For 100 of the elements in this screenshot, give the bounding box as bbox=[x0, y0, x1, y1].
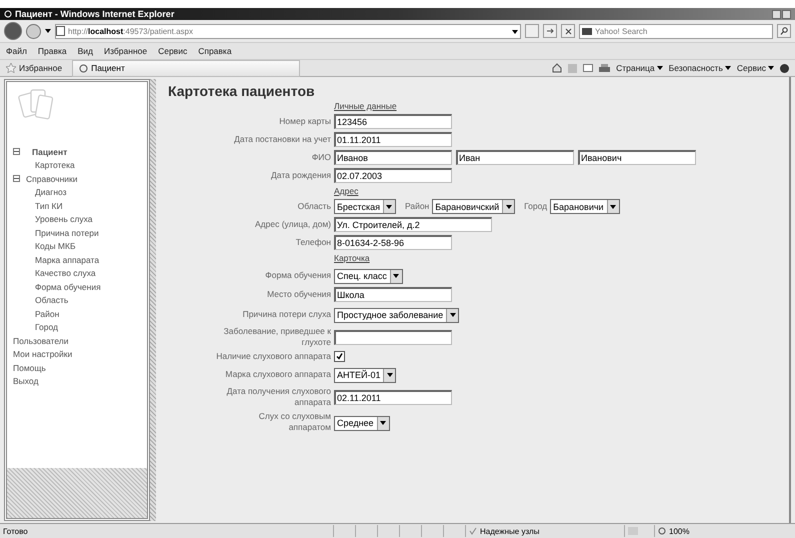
maximize-button[interactable] bbox=[782, 10, 791, 18]
caret-icon bbox=[380, 421, 386, 425]
dropdown[interactable]: Барановичский bbox=[432, 199, 516, 214]
field-label: Заболевание, приведшее к глухоте bbox=[222, 326, 331, 348]
nav-link[interactable]: Выход bbox=[13, 376, 38, 386]
search-placeholder: Yahoo! Search bbox=[595, 26, 648, 36]
caret-icon bbox=[386, 373, 393, 377]
input-field[interactable]: Иванович bbox=[578, 150, 696, 165]
collapse-icon[interactable] bbox=[13, 148, 20, 156]
nav-link[interactable]: Пациент bbox=[32, 146, 68, 157]
caret-icon bbox=[393, 274, 400, 278]
dropdown[interactable]: АНТЕЙ-01 bbox=[334, 368, 396, 382]
dropdown[interactable]: Простудное заболевание bbox=[334, 308, 460, 322]
nav-link[interactable]: Диагноз bbox=[35, 187, 67, 198]
nav-link[interactable]: Коды МКБ bbox=[35, 241, 76, 252]
field-label: Форма обучения bbox=[265, 270, 331, 280]
field-label: Дата получения слухового аппарата bbox=[226, 386, 331, 408]
field-label: Марка слухового аппарата bbox=[225, 368, 331, 380]
menu-item[interactable]: Избранное bbox=[104, 46, 148, 56]
field-label: Город bbox=[524, 201, 548, 212]
nav-link[interactable]: Помощь bbox=[13, 362, 46, 373]
field-label: Дата постановки на учет bbox=[234, 134, 331, 145]
favorites-button[interactable]: Избранное bbox=[19, 63, 62, 73]
nav-link[interactable]: Пользователи bbox=[13, 336, 68, 346]
dropdown[interactable]: Брестская bbox=[334, 199, 396, 214]
section-link[interactable]: Личные данные bbox=[334, 101, 789, 111]
nav-link[interactable]: Картотека bbox=[35, 160, 75, 170]
home-icon[interactable] bbox=[552, 63, 562, 73]
nav-link[interactable]: Мои настройки bbox=[13, 349, 72, 360]
input-field[interactable]: Иванов bbox=[334, 150, 452, 165]
status-text: Готово bbox=[3, 526, 28, 536]
nav-link[interactable]: Город bbox=[35, 322, 58, 332]
section-link[interactable]: Карточка bbox=[334, 253, 789, 263]
star-icon bbox=[6, 63, 16, 73]
input-field[interactable]: 01.11.2011 bbox=[334, 132, 452, 147]
input-field[interactable]: 8-01634-2-58-96 bbox=[334, 235, 452, 250]
search-icon[interactable] bbox=[777, 24, 791, 38]
field-label: Номер карты bbox=[279, 116, 331, 127]
caret-icon bbox=[724, 66, 731, 70]
input-field[interactable]: 02.11.2011 bbox=[334, 390, 452, 404]
field-label: Область bbox=[298, 201, 331, 212]
caret-icon bbox=[610, 204, 616, 208]
page-title: Картотека пациентов bbox=[168, 83, 316, 99]
field-label: Причина потери слуха bbox=[242, 308, 331, 320]
nav-link[interactable]: Марка аппарата bbox=[35, 254, 100, 265]
window-title: Пациент - Windows Internet Explorer bbox=[15, 9, 174, 19]
back-button[interactable] bbox=[4, 22, 22, 40]
nav-link[interactable]: Форма обучения bbox=[35, 282, 101, 292]
toolbar-menu[interactable]: Страница bbox=[616, 63, 655, 73]
field-label: Наличие слухового аппарата bbox=[216, 351, 331, 362]
dropdown[interactable]: Барановичи bbox=[550, 199, 620, 214]
address-field[interactable]: http://localhost:49573/patient.aspx bbox=[55, 24, 521, 38]
dropdown[interactable]: Среднее bbox=[334, 416, 390, 430]
zone-text: Надежные узлы bbox=[480, 526, 540, 536]
input-field[interactable]: 123456 bbox=[334, 114, 452, 129]
nav-link[interactable]: Тип КИ bbox=[35, 200, 63, 211]
search-field[interactable]: Yahoo! Search bbox=[579, 24, 773, 38]
menu-item[interactable]: Сервис bbox=[158, 46, 188, 56]
zoom-level[interactable]: 100% bbox=[669, 526, 690, 536]
toolbar-menu[interactable]: Безопасность bbox=[668, 63, 723, 73]
refresh-icon[interactable] bbox=[543, 24, 557, 38]
menu-item[interactable]: Справка bbox=[198, 46, 232, 56]
input-field[interactable]: Ул. Строителей, д.2 bbox=[334, 217, 492, 232]
url-text: http://localhost:49573/patient.aspx bbox=[68, 26, 193, 36]
stop-icon[interactable] bbox=[561, 24, 575, 38]
input-field[interactable] bbox=[334, 330, 452, 344]
menu-item[interactable]: Файл bbox=[6, 46, 27, 56]
input-field[interactable]: Школа bbox=[334, 287, 452, 302]
nav-link[interactable]: Область bbox=[35, 295, 68, 306]
nav-link[interactable]: Причина потери bbox=[35, 228, 99, 238]
field-label: Место обучения bbox=[267, 289, 331, 300]
collapse-icon[interactable] bbox=[13, 175, 20, 182]
menu-item[interactable]: Вид bbox=[78, 46, 94, 56]
field-label: Телефон bbox=[296, 237, 331, 248]
input-field[interactable]: 02.07.2003 bbox=[334, 168, 452, 183]
check-icon bbox=[469, 527, 477, 535]
dropdown[interactable]: Спец. класс bbox=[334, 268, 403, 284]
field-label: Адрес (улица, дом) bbox=[255, 219, 331, 230]
input-field[interactable]: Иван bbox=[456, 150, 574, 165]
field-label: Дата рождения bbox=[271, 170, 331, 181]
nav-link[interactable]: Справочники bbox=[26, 174, 78, 184]
caret-icon bbox=[386, 204, 392, 208]
browser-tab[interactable]: Пациент bbox=[72, 60, 300, 76]
checkbox[interactable] bbox=[334, 351, 345, 362]
nav-link[interactable]: Качество слуха bbox=[35, 268, 96, 278]
caret-icon bbox=[45, 29, 51, 33]
mail-icon[interactable] bbox=[583, 64, 594, 72]
caret-icon bbox=[656, 66, 663, 70]
forward-button[interactable] bbox=[26, 24, 41, 38]
caret-icon bbox=[506, 204, 512, 208]
menu-item[interactable]: Правка bbox=[38, 46, 67, 56]
minimize-button[interactable] bbox=[772, 10, 781, 18]
print-icon[interactable] bbox=[599, 64, 610, 72]
field-label: Слух со слуховым аппаратом bbox=[258, 411, 331, 433]
nav-link[interactable]: Уровень слуха bbox=[35, 214, 92, 224]
nav-link[interactable]: Район bbox=[35, 308, 60, 319]
caret-icon bbox=[512, 30, 518, 34]
toolbar-menu[interactable]: Сервис bbox=[736, 63, 766, 73]
section-link[interactable]: Адрес bbox=[334, 186, 789, 196]
zoom-icon bbox=[658, 527, 666, 535]
